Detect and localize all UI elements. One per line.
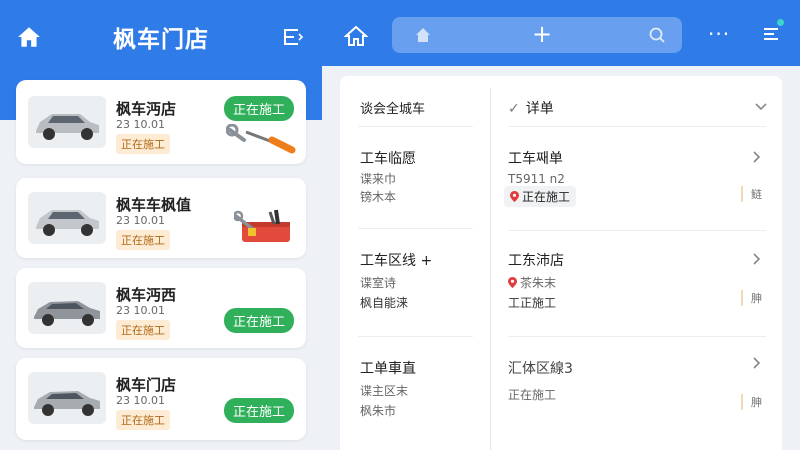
store-date: 23 10.01 <box>116 214 165 227</box>
location-pin-icon <box>508 277 517 288</box>
side-label: 胂 <box>741 290 762 306</box>
store-name: 枫车门店 <box>116 376 177 394</box>
divider <box>358 336 473 337</box>
store-list-panel: 枫车门店 枫车沔店 23 10.01 正在施工 正在施工 枫车车枫值 23 10… <box>0 0 322 450</box>
item-line: 谍来巾 <box>360 172 397 186</box>
item-line: 枫朱市 <box>360 404 397 418</box>
status-tag: 正在施工 <box>116 320 170 340</box>
list-menu-icon[interactable] <box>762 24 782 44</box>
store-card[interactable]: 枫车门店 23 10.01 正在施工 正在施工 <box>16 358 306 440</box>
status-tag: 正在施工 <box>116 410 170 430</box>
store-name: 枫车沔店 <box>116 100 177 118</box>
status-chip-label: 正在施工 <box>522 190 571 204</box>
chevron-right-icon[interactable] <box>752 252 762 266</box>
store-card[interactable]: 枫车沔西 23 10.01 正在施工 正在施工 <box>16 268 306 348</box>
search-icon[interactable] <box>648 26 666 44</box>
item-line: 枫自能涞 <box>360 296 409 310</box>
row-title: 汇体区線3 <box>508 361 573 377</box>
store-date: 23 10.01 <box>116 118 165 131</box>
row-title: 工东沛店 <box>508 253 564 269</box>
detail-row[interactable]: 工车째单 T5911 n2 正在施工 鲢 <box>504 126 768 226</box>
store-name: 枫车沔西 <box>116 286 177 304</box>
row-line: T5911 n2 <box>508 172 565 186</box>
column-header-label: 谈会全城车 <box>360 102 426 117</box>
row-line: 正在施工 <box>508 388 557 402</box>
item-title: 工车区线 + <box>360 253 433 269</box>
check-icon: ✓ <box>508 101 520 117</box>
detail-row[interactable]: 工东沛店 茶朱末 工正施工 胂 <box>508 230 768 330</box>
status-badge: 正在施工 <box>223 96 294 121</box>
item-line: 镑木本 <box>360 190 397 204</box>
row-line-text: 茶朱末 <box>520 276 557 290</box>
store-card[interactable]: 枫车沔店 23 10.01 正在施工 正在施工 <box>16 80 306 164</box>
location-pin-icon <box>510 191 519 202</box>
chevron-right-icon[interactable] <box>752 150 762 164</box>
list-item[interactable]: 工单車直 谍主区末 枫朱市 <box>340 338 490 438</box>
house-icon <box>416 28 430 42</box>
store-date: 23 10.01 <box>116 394 165 407</box>
item-title: 工车临愿 <box>360 151 416 167</box>
status-chip: 正在施工 <box>504 186 577 207</box>
store-name: 枫车车枫值 <box>116 196 192 214</box>
notification-dot <box>777 19 784 26</box>
column-divider <box>490 88 491 450</box>
car-image <box>28 372 106 424</box>
item-line: 谍主区末 <box>360 384 409 398</box>
list-item[interactable]: 工车临愿 谍来巾 镑木本 <box>340 126 490 229</box>
side-label: 胂 <box>741 394 762 410</box>
more-options-icon[interactable]: ··· <box>708 22 730 46</box>
chevron-right-icon[interactable] <box>752 356 762 370</box>
status-tag: 正在施工 <box>116 230 170 250</box>
detail-header[interactable]: ✓ 详单 <box>508 98 554 118</box>
row-line: 茶朱末 <box>508 274 556 291</box>
detail-sheet: 谈会全城车 工车临愿 谍来巾 镑木本 工车区线 + 谍室诗 枫自能涞 工单車直 … <box>340 76 782 450</box>
wrench-screwdriver-icon <box>226 124 296 154</box>
row-title: 工车째单 <box>508 151 563 167</box>
menu-list-icon[interactable] <box>282 26 304 48</box>
item-line: 谍室诗 <box>360 276 397 290</box>
toolbox-icon <box>234 209 290 242</box>
detail-header-label: 详单 <box>525 101 554 117</box>
chevron-down-icon[interactable] <box>754 100 768 114</box>
search-bar[interactable]: + <box>392 17 682 53</box>
store-date: 23 10.01 <box>116 304 165 317</box>
home-icon[interactable] <box>344 24 368 48</box>
add-button[interactable]: + <box>532 20 552 48</box>
right-header: + ··· <box>322 0 800 66</box>
status-badge: 正在施工 <box>223 308 294 333</box>
item-title: 工单車直 <box>360 361 416 377</box>
side-label: 鲢 <box>741 186 762 202</box>
status-badge: 正在施工 <box>223 398 294 423</box>
car-image <box>28 282 106 334</box>
car-image <box>28 96 106 148</box>
page-title: 枫车门店 <box>113 27 209 53</box>
store-card[interactable]: 枫车车枫值 23 10.01 正在施工 <box>16 178 306 258</box>
left-column-header: 谈会全城车 <box>340 76 490 127</box>
row-line: 工正施工 <box>508 296 557 310</box>
detail-row[interactable]: 汇体区線3 正在施工 胂 <box>508 336 768 450</box>
list-item[interactable]: 工车区线 + 谍室诗 枫自能涞 <box>340 228 490 337</box>
car-image <box>28 192 106 244</box>
status-tag: 正在施工 <box>116 134 170 154</box>
detail-panel: + ··· 谈会全城车 工车临愿 谍来巾 镑木本 工车区线 + 谍室诗 枫自能涞… <box>322 0 800 450</box>
